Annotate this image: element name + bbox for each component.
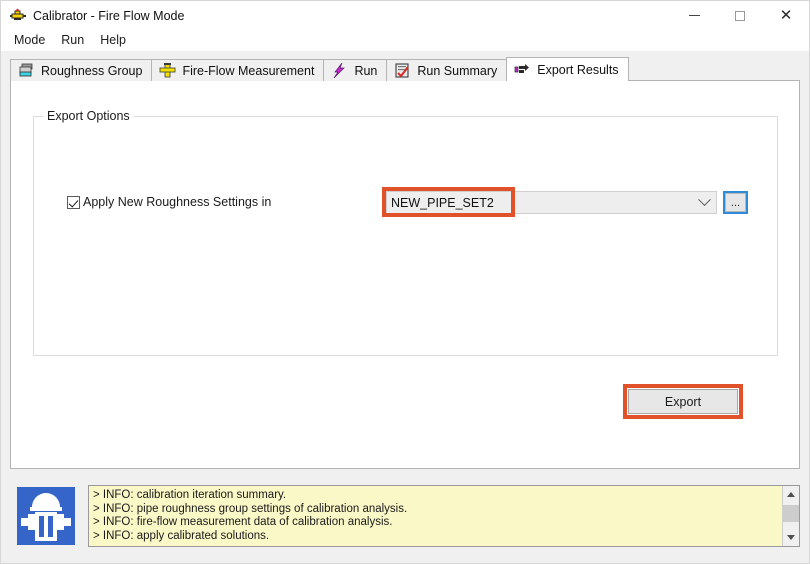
menu-mode[interactable]: Mode xyxy=(8,32,53,49)
close-button[interactable]: ✕ xyxy=(763,1,809,30)
tab-roughness-group[interactable]: Roughness Group xyxy=(10,59,153,81)
log-line: > INFO: fire-flow measurement data of ca… xyxy=(93,516,393,528)
log-line: > INFO: calibration iteration summary. xyxy=(93,489,287,501)
apply-roughness-checkbox-wrap[interactable]: Apply New Roughness Settings in xyxy=(67,195,271,209)
export-options-label: Export Options xyxy=(43,109,134,123)
tab-label: Run xyxy=(354,63,378,78)
calibrator-window: Calibrator - Fire Flow Mode ✕ Mode Run H… xyxy=(0,0,810,564)
scroll-thumb[interactable] xyxy=(783,505,799,522)
maximize-button[interactable] xyxy=(717,1,763,30)
tab-strip-container: Roughness Group Fire-Flow Measurement Ru… xyxy=(1,51,809,81)
status-log-area: > INFO: calibration iteration summary. >… xyxy=(1,469,809,563)
tab-label: Export Results xyxy=(537,62,619,77)
pipe-set-value: NEW_PIPE_SET2 xyxy=(391,195,494,210)
tab-strip: Roughness Group Fire-Flow Measurement Ru… xyxy=(1,57,809,81)
pipe-set-combobox[interactable]: NEW_PIPE_SET2 xyxy=(386,191,717,214)
scroll-down-arrow[interactable] xyxy=(783,529,799,546)
browse-button-label: ... xyxy=(725,193,746,212)
log-scrollbar[interactable] xyxy=(782,486,799,546)
tab-run[interactable]: Run xyxy=(323,59,388,81)
apply-roughness-checkbox[interactable] xyxy=(67,195,80,209)
fire-hydrant-icon xyxy=(159,63,176,78)
tab-fire-flow-measurement[interactable]: Fire-Flow Measurement xyxy=(151,59,325,81)
scroll-track[interactable] xyxy=(783,503,799,529)
scroll-up-arrow[interactable] xyxy=(783,486,799,503)
menu-run[interactable]: Run xyxy=(55,32,92,49)
calibrator-app-icon xyxy=(9,7,27,25)
log-line: > INFO: apply calibrated solutions. xyxy=(93,529,270,542)
fire-hydrant-badge-icon xyxy=(15,485,77,547)
minimize-icon xyxy=(688,15,700,16)
export-button-wrap: Export xyxy=(623,384,743,419)
tab-run-summary[interactable]: Run Summary xyxy=(386,59,508,81)
minimize-button[interactable] xyxy=(671,1,717,30)
apply-roughness-label: Apply New Roughness Settings in xyxy=(83,195,272,209)
tab-export-results[interactable]: Export Results xyxy=(506,57,629,81)
menu-bar: Mode Run Help xyxy=(1,30,809,51)
roughness-group-icon xyxy=(18,63,35,78)
chevron-down-icon[interactable] xyxy=(692,192,716,213)
pointing-hand-icon xyxy=(514,62,531,77)
window-controls: ✕ xyxy=(671,1,809,30)
apply-roughness-row: Apply New Roughness Settings in NEW_PIPE… xyxy=(34,187,777,217)
lightning-bolt-icon xyxy=(331,62,348,79)
menu-help[interactable]: Help xyxy=(94,32,134,49)
tab-label: Run Summary xyxy=(417,63,498,78)
info-log-text: > INFO: calibration iteration summary. >… xyxy=(89,486,782,546)
export-results-panel: Export Options Apply New Roughness Setti… xyxy=(10,80,800,469)
report-check-icon xyxy=(394,63,411,78)
browse-button[interactable]: ... xyxy=(723,191,748,214)
title-bar: Calibrator - Fire Flow Mode ✕ xyxy=(1,1,809,30)
tab-label: Roughness Group xyxy=(41,63,143,78)
export-button[interactable]: Export xyxy=(628,389,738,414)
export-options-groupbox: Export Options Apply New Roughness Setti… xyxy=(33,109,778,356)
tab-label: Fire-Flow Measurement xyxy=(182,63,315,78)
close-icon: ✕ xyxy=(779,6,793,24)
info-log-box: > INFO: calibration iteration summary. >… xyxy=(88,485,800,547)
log-line: > INFO: pipe roughness group settings of… xyxy=(93,502,408,515)
window-title: Calibrator - Fire Flow Mode xyxy=(33,8,185,23)
maximize-icon xyxy=(735,10,745,21)
